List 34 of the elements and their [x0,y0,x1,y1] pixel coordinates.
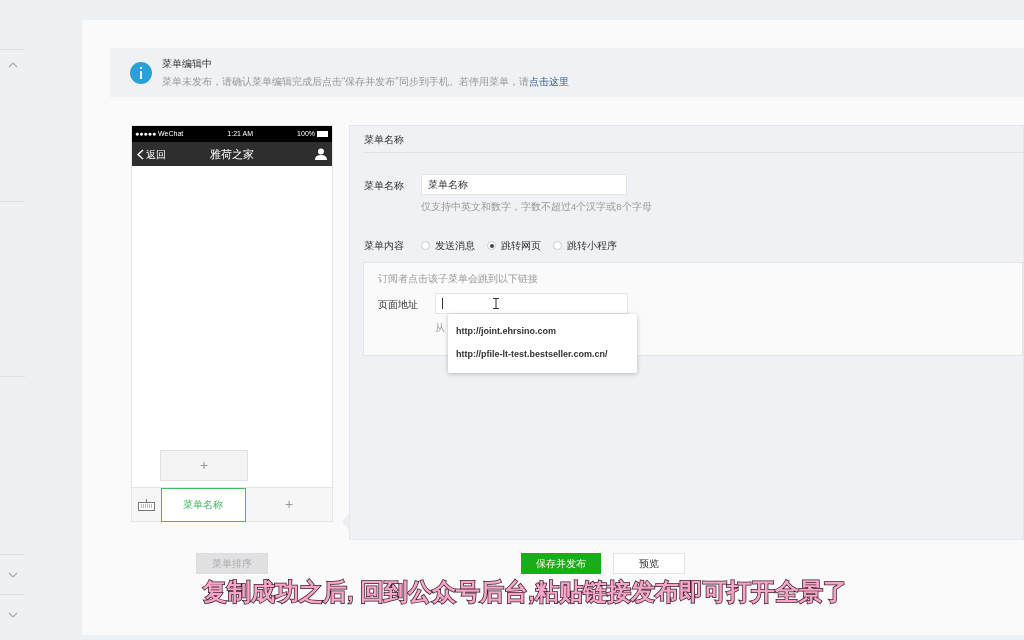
battery-icon [317,131,329,137]
radio-button[interactable] [487,241,496,251]
radio-button[interactable] [553,241,562,251]
field-label: 菜单内容 [364,239,405,254]
text-cursor-icon [493,297,499,309]
radio-button[interactable] [421,241,430,251]
chevron-down-icon[interactable] [7,612,18,618]
suggestion-item[interactable]: http://joint.ehrsino.com [456,324,637,338]
back-link[interactable]: 返回 [146,146,166,162]
menu-name-field[interactable]: 菜单名称 [421,174,627,195]
suggestion-item[interactable]: http://pfile-lt-test.bestseller.com.cn/ [456,348,637,362]
panel-header: 菜单名称 [364,132,404,147]
person-icon[interactable] [315,148,327,160]
field-label: 菜单名称 [364,179,405,193]
chevron-down-icon[interactable] [7,571,18,578]
field-hint: 仅支持中英文和数字，字数不超过4个汉字或8个字母 [421,200,652,214]
notice-link[interactable]: 点击这里 [528,76,569,87]
chevron-up-icon[interactable] [7,62,18,68]
link-hint: 订阅者点击该子菜单会跳到以下链接 [378,272,539,287]
radio-label[interactable]: 跳转网页 [501,238,541,254]
back-icon[interactable] [137,148,144,160]
radio-label[interactable]: 发送消息 [435,238,475,254]
keyboard-icon[interactable] [137,498,155,511]
url-field[interactable] [435,292,628,314]
url-note: 从 [435,320,445,335]
video-subtitle: 复制成功之后, 回到公众号后台,粘贴链接发布即可打开全景了 [203,577,847,607]
notice-title: 菜单编辑中 [162,57,213,71]
field-label: 页面地址 [378,297,419,312]
action-button[interactable]: 预览 [613,553,685,574]
radio-label[interactable]: 跳转小程序 [567,238,617,254]
info-icon [130,61,152,84]
notice-message: 菜单未发布，请确认菜单编辑完成后点击“保存并发布”同步到手机。若停用菜单，请点击这里 [162,75,569,89]
phone-title: 雅荷之家 [209,146,255,162]
text-caret [442,297,443,309]
